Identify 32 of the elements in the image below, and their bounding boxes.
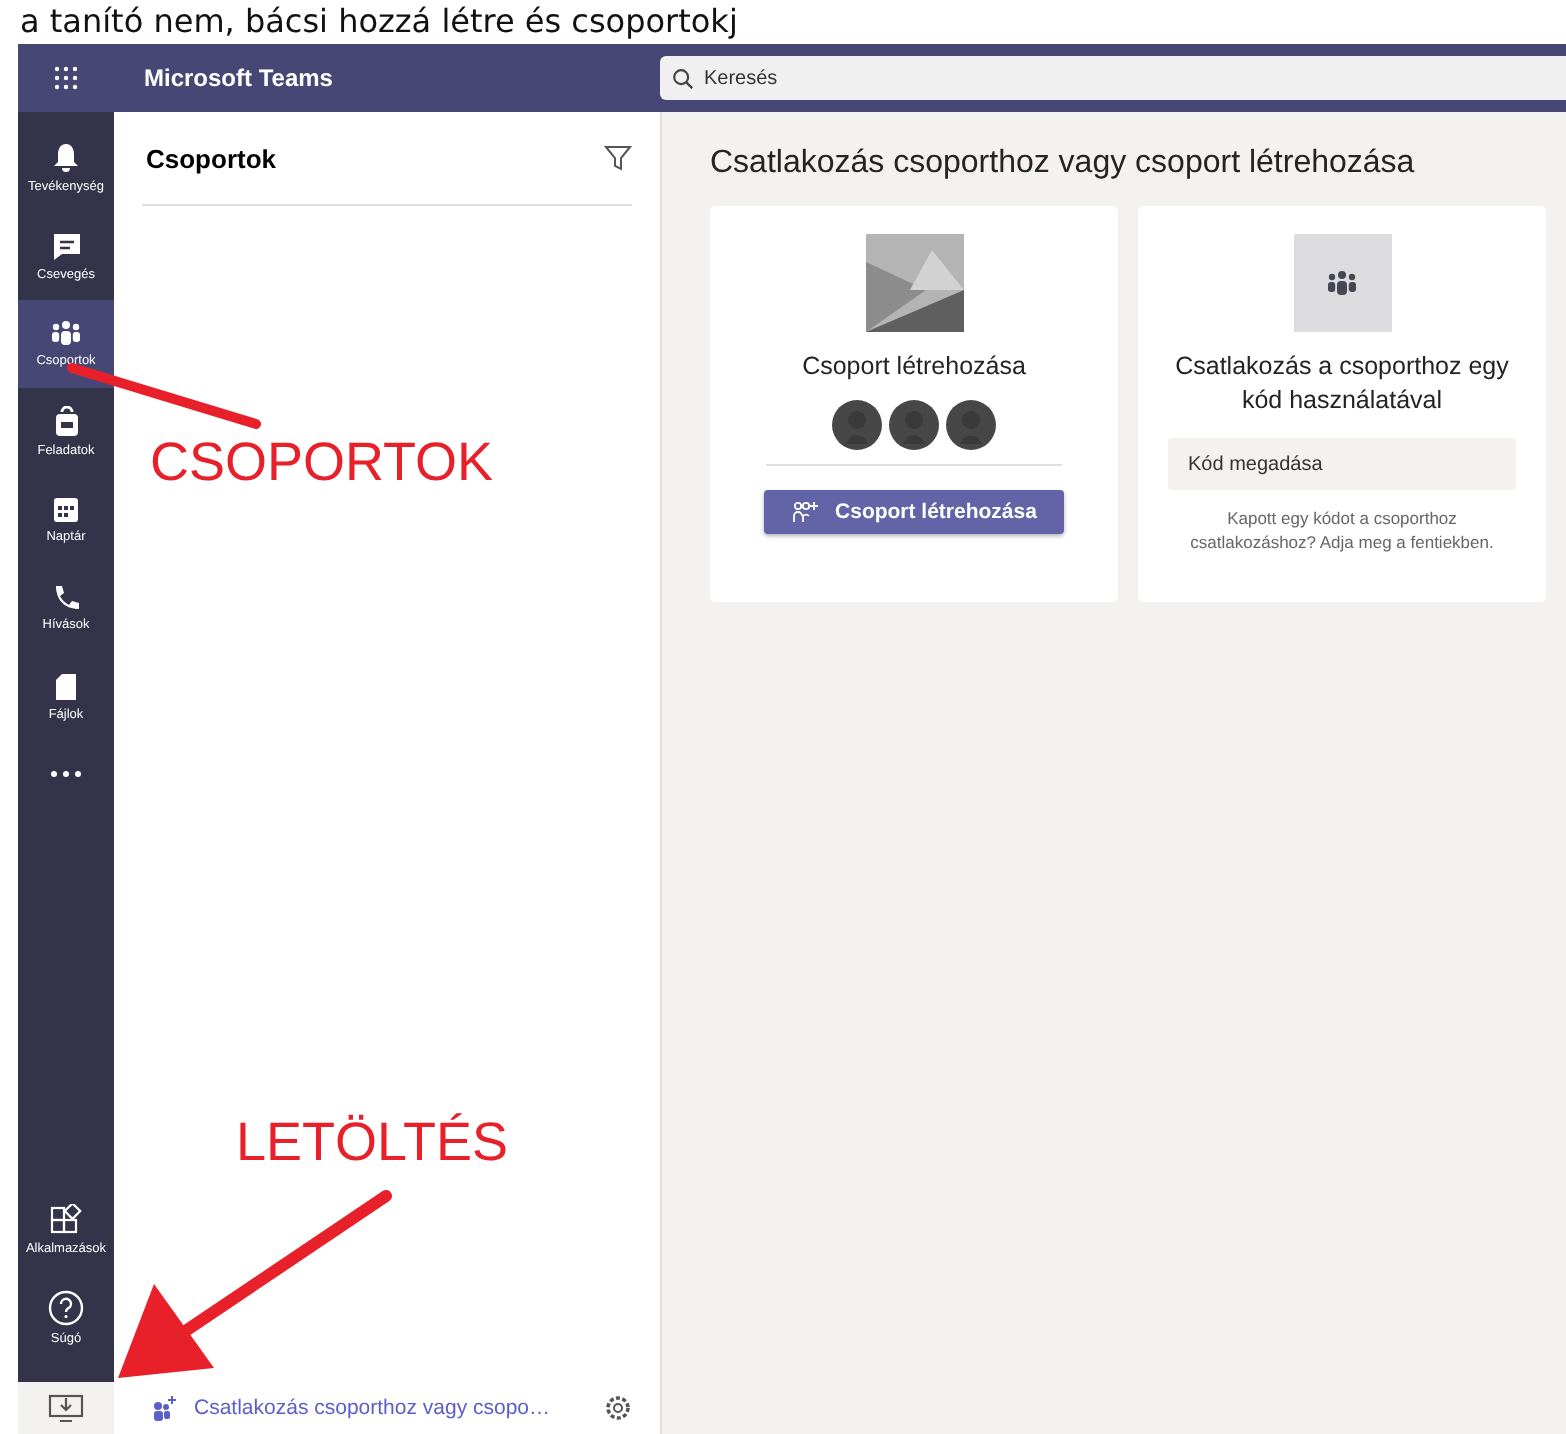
page-heading: Csatlakozás csoporthoz vagy csoport létrehozása [710,146,1417,182]
search-icon [672,68,694,90]
download-button[interactable] [18,1382,114,1434]
card-title: Csatlakozás a csoporthoz egy kód használatával [1173,350,1511,418]
file-icon [54,671,78,701]
annotation-label: LETÖLTÉS [236,1112,509,1174]
people-add-icon [150,1394,178,1422]
panel-title: Csoportok [146,143,276,173]
app-title: Microsoft Teams [144,64,335,92]
people-add-icon [791,500,820,524]
join-or-create-link[interactable]: Csatlakozás csoporthoz vagy csopo… [194,1396,588,1420]
annotation-label: CSOPORTOK [150,432,494,494]
chat-icon [51,231,81,261]
search-field[interactable]: Keresés [660,56,1566,100]
create-team-button[interactable]: Csoport létrehozása [763,490,1065,534]
phone-icon [52,584,80,612]
backpack-icon [53,406,79,438]
apps-icon [50,1204,82,1236]
caption-text: a tanító nem, bácsi hozzá létre és csoportokj [18,0,740,44]
app-launcher-icon[interactable] [54,66,78,90]
people-icon [50,320,82,348]
code-field[interactable]: Kód megadása [1168,438,1516,490]
settings-icon[interactable] [604,1394,632,1422]
help-icon [48,1290,84,1326]
filter-icon[interactable] [604,144,632,172]
card-title: Csoport létrehozása [802,350,1026,384]
calendar-icon [52,496,80,524]
download-icon [48,1392,84,1424]
people-icon [1326,269,1358,297]
hint-text: Kapott egy kódot a csoporthoz csatlakozáshoz? Adja meg a fentiekben. [1188,506,1496,554]
more-icon[interactable] [50,770,82,778]
bell-icon [52,142,80,174]
